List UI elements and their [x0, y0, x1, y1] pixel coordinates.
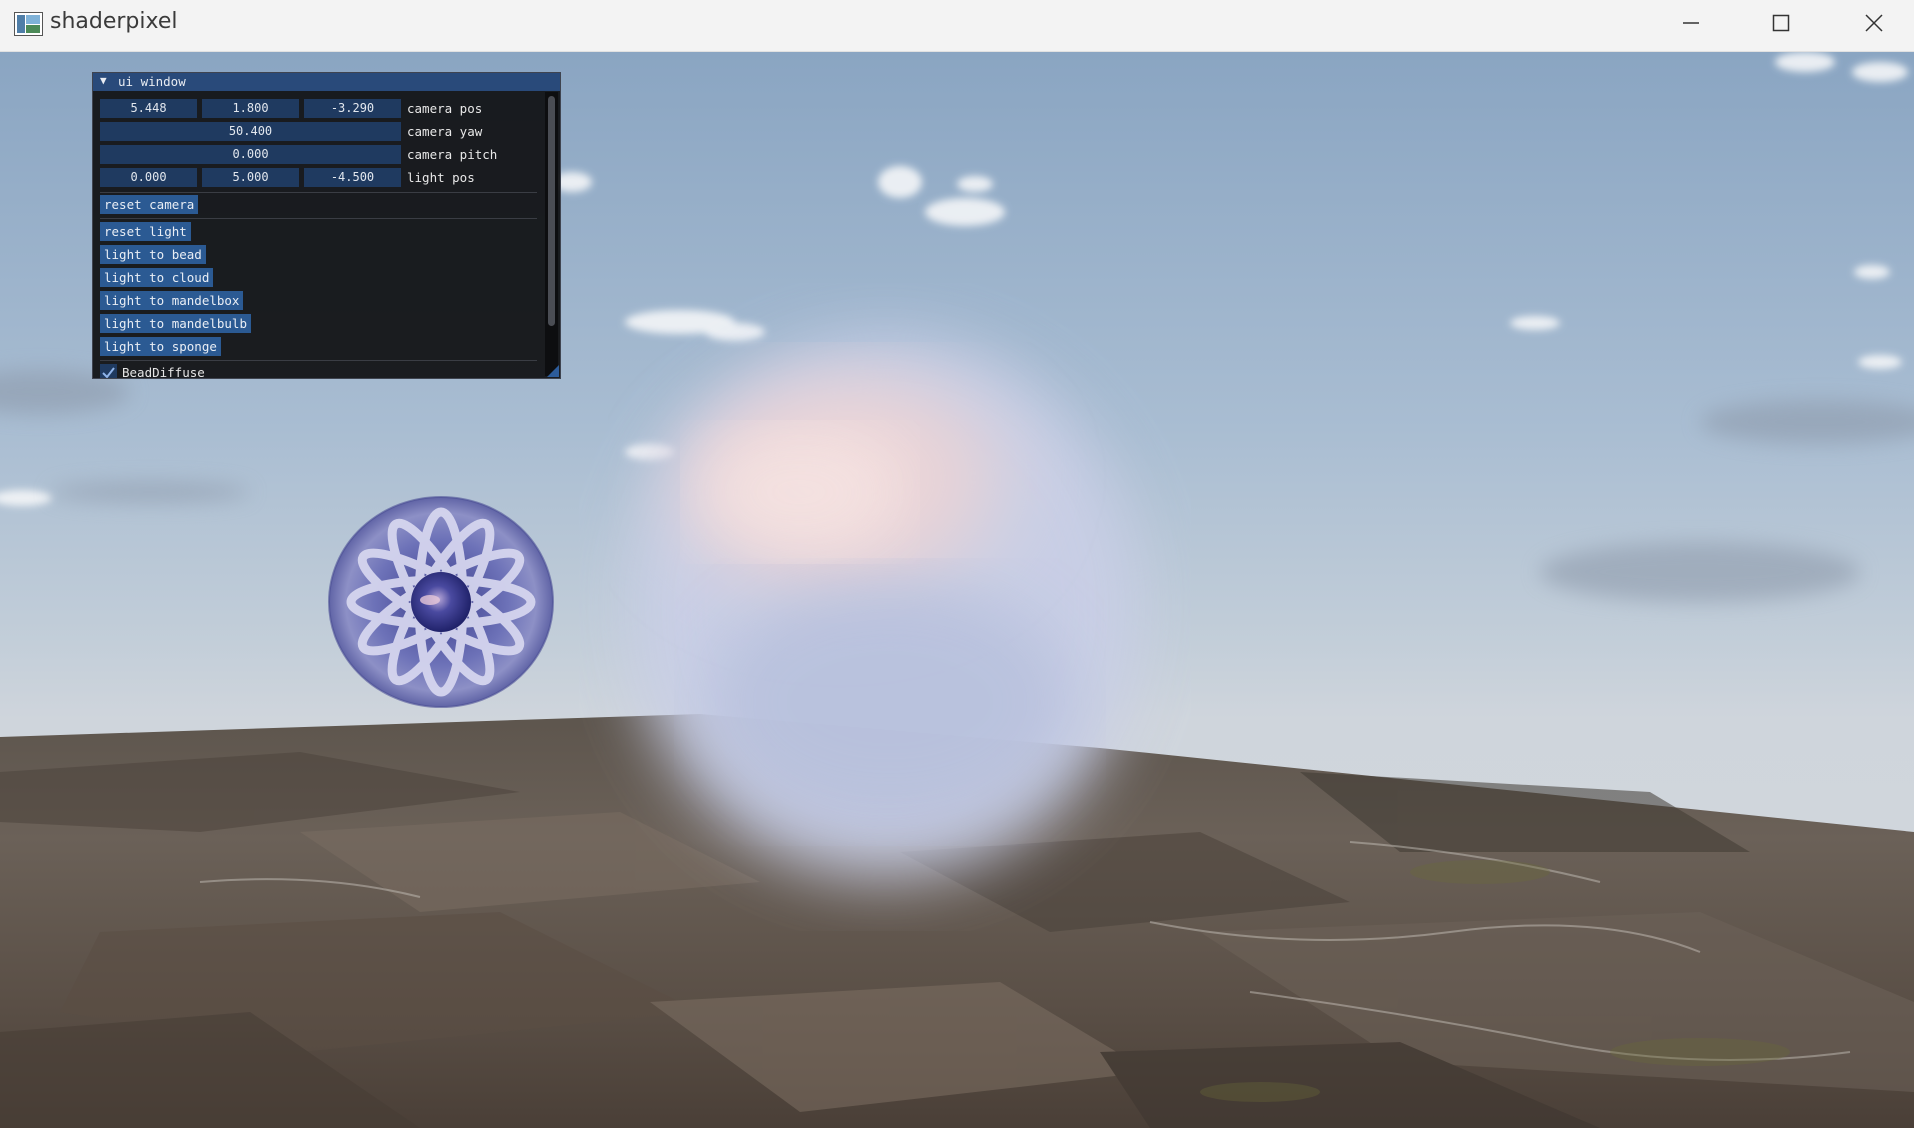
light-pos-x-field[interactable]: 0.000 — [100, 168, 197, 187]
minimize-button[interactable] — [1656, 0, 1726, 51]
separator — [100, 192, 537, 193]
camera-pos-x-field[interactable]: 5.448 — [100, 99, 197, 118]
bead-object — [328, 496, 554, 708]
cloud-object — [630, 337, 1140, 877]
ui-window-title: ui window — [118, 74, 186, 89]
resize-grip-icon[interactable] — [547, 365, 559, 377]
light-to-mandelbox-button[interactable]: light to mandelbox — [100, 291, 244, 310]
camera-yaw-row: 50.400 camera yaw — [100, 122, 540, 141]
close-button[interactable] — [1839, 0, 1909, 51]
ui-window[interactable]: ▼ ui window 5.448 1.800 -3.290 camera po… — [92, 72, 561, 379]
camera-pos-row: 5.448 1.800 -3.290 camera pos — [100, 99, 540, 118]
title-bar: shaderpixel — [0, 0, 1914, 52]
bead-diffuse-checkbox[interactable] — [100, 364, 117, 378]
camera-pitch-label: camera pitch — [407, 147, 498, 162]
maximize-icon — [1772, 14, 1790, 32]
checkmark-icon — [102, 367, 115, 378]
light-pos-label: light pos — [407, 170, 475, 185]
light-to-bead-button[interactable]: light to bead — [100, 245, 206, 264]
camera-pos-y-field[interactable]: 1.800 — [202, 99, 299, 118]
ui-window-titlebar[interactable]: ▼ ui window — [93, 73, 560, 91]
collapse-arrow-icon[interactable]: ▼ — [100, 74, 107, 87]
reset-light-button[interactable]: reset light — [100, 222, 191, 241]
maximize-button[interactable] — [1746, 0, 1816, 51]
light-to-sponge-button[interactable]: light to sponge — [100, 337, 221, 356]
camera-yaw-field[interactable]: 50.400 — [100, 122, 401, 141]
scrollbar-thumb[interactable] — [548, 96, 555, 326]
window-title: shaderpixel — [50, 9, 178, 34]
light-pos-row: 0.000 5.000 -4.500 light pos — [100, 168, 540, 187]
camera-yaw-label: camera yaw — [407, 124, 483, 139]
camera-pos-z-field[interactable]: -3.290 — [304, 99, 401, 118]
separator — [100, 218, 537, 219]
camera-pos-label: camera pos — [407, 101, 483, 116]
camera-pitch-field[interactable]: 0.000 — [100, 145, 401, 164]
camera-pitch-row: 0.000 camera pitch — [100, 145, 540, 164]
light-pos-y-field[interactable]: 5.000 — [202, 168, 299, 187]
reset-camera-button[interactable]: reset camera — [100, 195, 199, 214]
bead-diffuse-label: BeadDiffuse — [122, 365, 205, 379]
light-to-mandelbulb-button[interactable]: light to mandelbulb — [100, 314, 251, 333]
light-to-cloud-button[interactable]: light to cloud — [100, 268, 214, 287]
light-pos-z-field[interactable]: -4.500 — [304, 168, 401, 187]
ui-window-scrollbar[interactable] — [545, 92, 558, 376]
separator — [100, 360, 537, 361]
close-icon — [1865, 14, 1883, 32]
minimize-icon — [1683, 22, 1699, 24]
app-icon — [14, 12, 43, 36]
